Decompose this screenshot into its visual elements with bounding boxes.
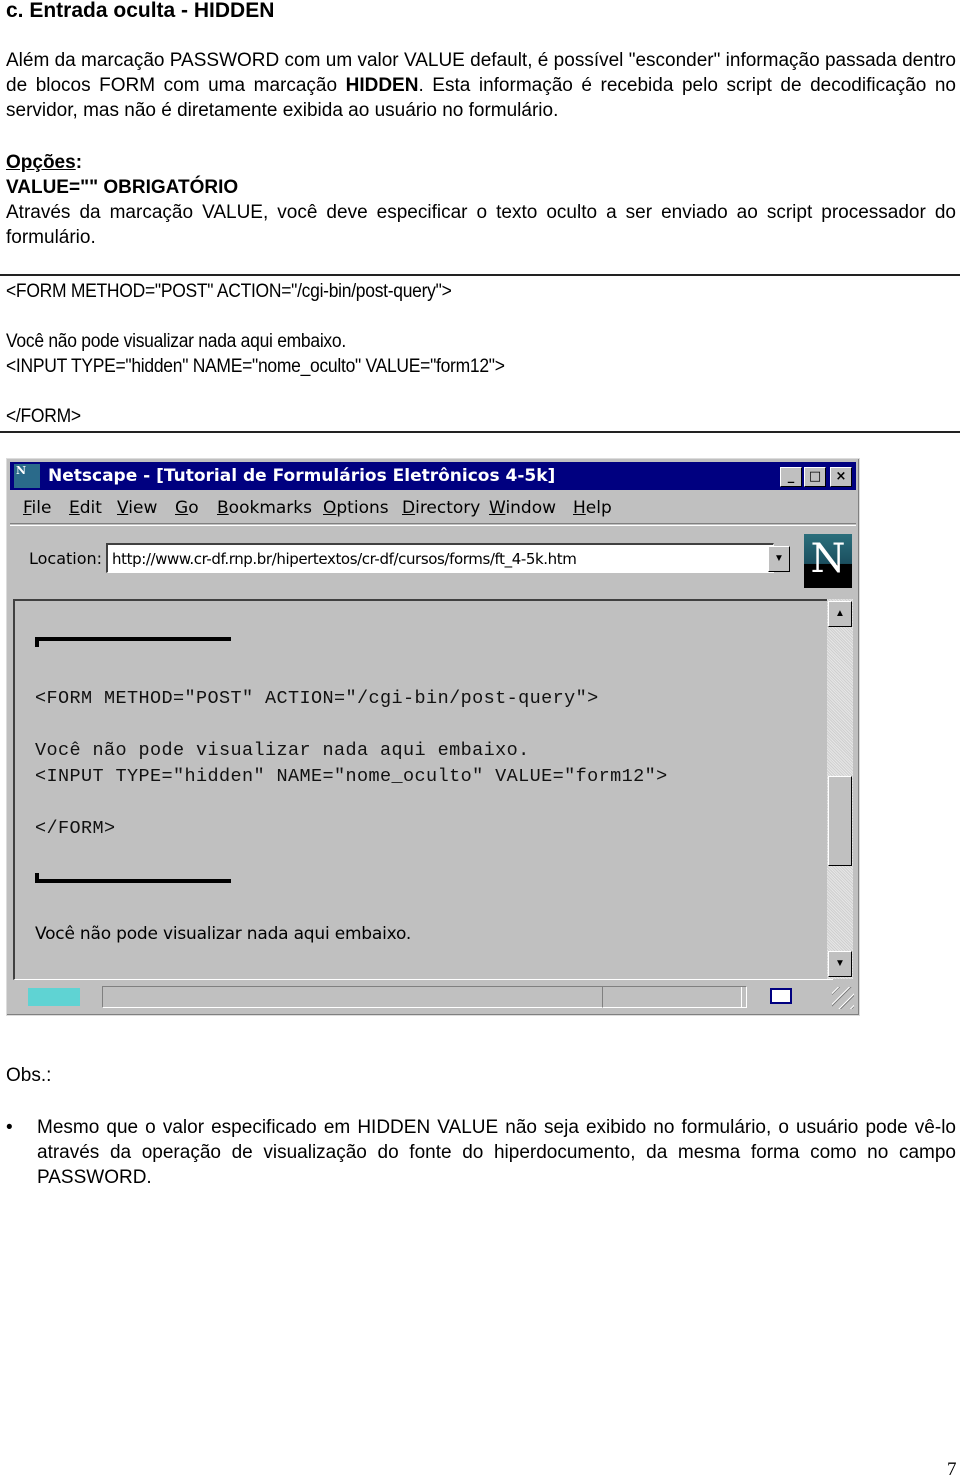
mail-icon[interactable] [770,988,792,1004]
menu-go[interactable]: Go [175,498,199,518]
horizontal-rule-bottom [35,879,231,883]
code-line-form-close: </FORM> [6,406,81,427]
close-button[interactable]: × [830,467,852,487]
menu-bar: File Edit View Go Bookmarks Options Dire… [10,493,856,524]
menu-edit[interactable]: Edit [69,498,102,518]
scroll-down-icon[interactable]: ▼ [828,951,852,977]
scrollbar-thumb[interactable] [828,776,852,866]
obs-bullet-text: Mesmo que o valor especificado em HIDDEN… [37,1117,956,1188]
page-viewport: <FORM METHOD="POST" ACTION="/cgi-bin/pos… [13,599,833,980]
options-value-attr: VALUE="" OBRIGATÓRIO [6,177,239,198]
menu-window[interactable]: Window [489,498,556,518]
code-top-rule [0,274,960,276]
minimize-button[interactable]: _ [780,467,802,487]
menu-help[interactable]: Help [573,498,612,518]
section-title: c. Entrada oculta - HIDDEN [6,0,275,22]
menu-bookmarks[interactable]: Bookmarks [217,498,312,518]
menu-view[interactable]: View [117,498,157,518]
intro-paragraph: Além da marcação PASSWORD com um valor V… [6,48,956,123]
status-progress-field [602,986,747,1008]
bullet-icon: • [6,1117,13,1138]
code-bottom-rule [0,431,960,433]
horizontal-rule-top [35,637,231,641]
netscape-app-icon: N [14,464,40,488]
options-colon: : [75,152,83,173]
menu-file[interactable]: File [23,498,51,518]
viewport-code-input: <INPUT TYPE="hidden" NAME="nome_oculto" … [35,766,668,787]
horizontal-rule-bottom-edge [35,873,39,883]
horizontal-rule-top-edge [35,637,39,647]
viewport-code-form-open: <FORM METHOD="POST" ACTION="/cgi-bin/pos… [35,688,599,709]
viewport-code-form-close: </FORM> [35,818,116,839]
code-line-text: Você não pode visualizar nada aqui embai… [6,331,346,352]
viewport-code-text: Você não pode visualizar nada aqui embai… [35,740,530,761]
netscape-logo: N [804,534,852,588]
resize-grip-icon[interactable] [832,987,854,1009]
security-key-icon [28,988,80,1006]
title-bar: N Netscape - [Tutorial de Formulários El… [10,462,856,490]
vertical-scrollbar[interactable]: ▲ ▼ [827,599,853,979]
scroll-up-icon[interactable]: ▲ [828,601,852,627]
location-dropdown-icon[interactable]: ▼ [768,546,790,572]
code-line-input: <INPUT TYPE="hidden" NAME="nome_oculto" … [6,356,505,377]
intro-bold-hidden: HIDDEN [345,75,419,96]
options-description: Através da marcação VALUE, você deve esp… [6,202,956,248]
obs-label: Obs.: [6,1065,52,1086]
browser-window: N Netscape - [Tutorial de Formulários El… [6,458,860,1016]
menu-directory[interactable]: Directory [402,498,480,518]
maximize-button[interactable]: □ [804,467,826,487]
viewport-rendered-text: Você não pode visualizar nada aqui embai… [35,924,412,944]
location-toolbar: Location: http://www.cr-df.rnp.br/hipert… [10,525,856,590]
location-input[interactable]: http://www.cr-df.rnp.br/hipertextos/cr-d… [106,543,774,573]
menu-options[interactable]: Options [323,498,389,518]
location-label: Location: [29,549,103,568]
code-line-form-open: <FORM METHOD="POST" ACTION="/cgi-bin/pos… [6,281,452,302]
status-bar [10,983,856,1011]
page-number: 7 [947,1459,957,1480]
window-title: Netscape - [Tutorial de Formulários Elet… [48,466,556,486]
options-heading: Opções: [6,150,82,175]
options-label: Opções [6,152,76,173]
